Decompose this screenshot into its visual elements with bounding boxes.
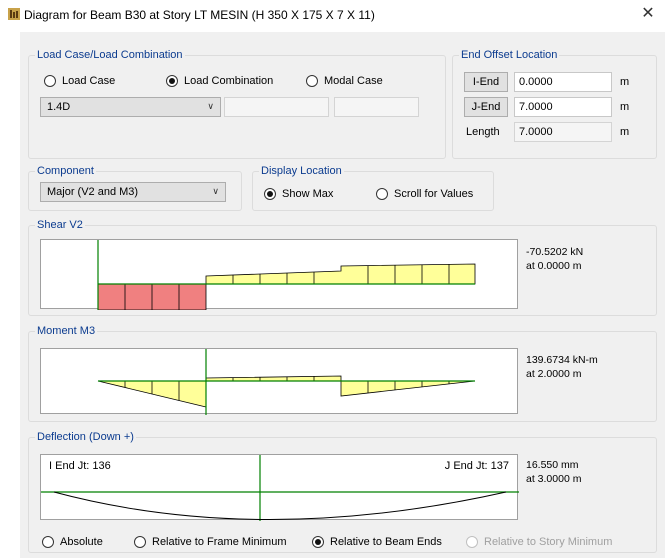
moment-legend: Moment M3 <box>37 325 96 337</box>
radio-relative-story-minimum: Relative to Story Minimum <box>466 536 612 548</box>
radio-modal-case-label: Modal Case <box>324 75 383 87</box>
radio-relative-story-minimum-label: Relative to Story Minimum <box>484 536 613 548</box>
radio-dot <box>376 188 388 200</box>
deflected-shape <box>53 491 507 520</box>
radio-relative-beam-ends-label: Relative to Beam Ends <box>330 536 442 548</box>
chevron-down-icon: ∨ <box>207 101 214 111</box>
shear-max-readout: -70.5202 kN at 0.0000 m <box>526 245 583 273</box>
jend-joint-label: J End Jt: 137 <box>444 460 509 472</box>
length-unit: m <box>620 126 630 138</box>
radio-relative-frame-minimum-label: Relative to Frame Minimum <box>152 536 287 548</box>
component-value: Major (V2 and M3) <box>47 186 139 198</box>
title-bar: Diagram for Beam B30 at Story LT MESIN (… <box>0 0 665 30</box>
load-case-legend: Load Case/Load Combination <box>37 49 183 61</box>
iend-unit: m <box>620 76 630 88</box>
extra-field-2 <box>334 97 419 117</box>
radio-relative-frame-minimum[interactable]: Relative to Frame Minimum <box>134 536 286 548</box>
moment-region-middle <box>205 375 342 382</box>
shear-diagram-svg <box>97 240 476 310</box>
radio-modal-case[interactable]: Modal Case <box>306 75 383 87</box>
radio-load-combination-label: Load Combination <box>184 75 274 87</box>
radio-absolute-label: Absolute <box>60 536 103 548</box>
iend-button[interactable]: I-End <box>464 72 508 92</box>
radio-absolute[interactable]: Absolute <box>42 536 103 548</box>
close-icon[interactable]: ✕ <box>637 4 659 24</box>
deflection-max-value: 16.550 mm <box>526 459 579 471</box>
iend-value-field[interactable]: 0.0000 <box>514 72 612 92</box>
shear-max-value: -70.5202 kN <box>526 246 584 258</box>
moment-max-value: 139.6734 kN-m <box>526 354 598 366</box>
dialog-body: Load Case/Load Combination Load Case Loa… <box>20 32 665 558</box>
moment-diagram-svg <box>97 349 476 415</box>
shear-diagram <box>40 239 518 310</box>
iend-joint-label: I End Jt: 136 <box>49 460 111 472</box>
jend-value-field[interactable]: 7.0000 <box>514 97 612 117</box>
shear-positive-region <box>205 263 476 285</box>
moment-diagram <box>40 348 518 415</box>
jend-unit: m <box>620 101 630 113</box>
component-legend: Component <box>37 165 94 177</box>
radio-dot <box>42 536 54 548</box>
radio-dot <box>466 536 478 548</box>
radio-dot <box>166 75 178 87</box>
moment-max-location: at 2.0000 m <box>526 368 582 380</box>
deflection-diagram: I End Jt: 136 J End Jt: 137 <box>40 454 519 521</box>
display-location-legend: Display Location <box>261 165 342 177</box>
deflection-max-location: at 3.0000 m <box>526 473 582 485</box>
radio-dot <box>312 536 324 548</box>
deflection-legend: Deflection (Down +) <box>37 431 134 443</box>
shear-legend: Shear V2 <box>37 219 83 231</box>
app-icon <box>8 8 20 20</box>
window-title: Diagram for Beam B30 at Story LT MESIN (… <box>24 8 375 22</box>
length-label: Length <box>466 126 500 138</box>
radio-show-max-label: Show Max <box>282 188 334 200</box>
radio-load-case[interactable]: Load Case <box>44 75 115 87</box>
radio-show-max[interactable]: Show Max <box>264 188 333 200</box>
component-dropdown[interactable]: Major (V2 and M3) ∨ <box>40 182 226 202</box>
length-value-field: 7.0000 <box>514 122 612 142</box>
radio-scroll-for-values-label: Scroll for Values <box>394 188 474 200</box>
jend-button[interactable]: J-End <box>464 97 508 117</box>
deflection-max-readout: 16.550 mm at 3.0000 m <box>526 458 581 486</box>
end-offset-legend: End Offset Location <box>461 49 558 61</box>
radio-load-case-label: Load Case <box>62 75 116 87</box>
radio-dot <box>264 188 276 200</box>
extra-field-1 <box>224 97 329 117</box>
moment-region-right <box>340 380 476 397</box>
radio-dot <box>306 75 318 87</box>
load-combination-dropdown[interactable]: 1.4D ∨ <box>40 97 221 117</box>
chevron-down-icon: ∨ <box>212 186 219 196</box>
radio-relative-beam-ends[interactable]: Relative to Beam Ends <box>312 536 442 548</box>
moment-max-readout: 139.6734 kN-m at 2.0000 m <box>526 353 598 381</box>
radio-dot <box>44 75 56 87</box>
radio-scroll-for-values[interactable]: Scroll for Values <box>376 188 473 200</box>
shear-max-location: at 0.0000 m <box>526 260 582 272</box>
load-combination-value: 1.4D <box>47 101 71 113</box>
radio-load-combination[interactable]: Load Combination <box>166 75 273 87</box>
radio-dot <box>134 536 146 548</box>
